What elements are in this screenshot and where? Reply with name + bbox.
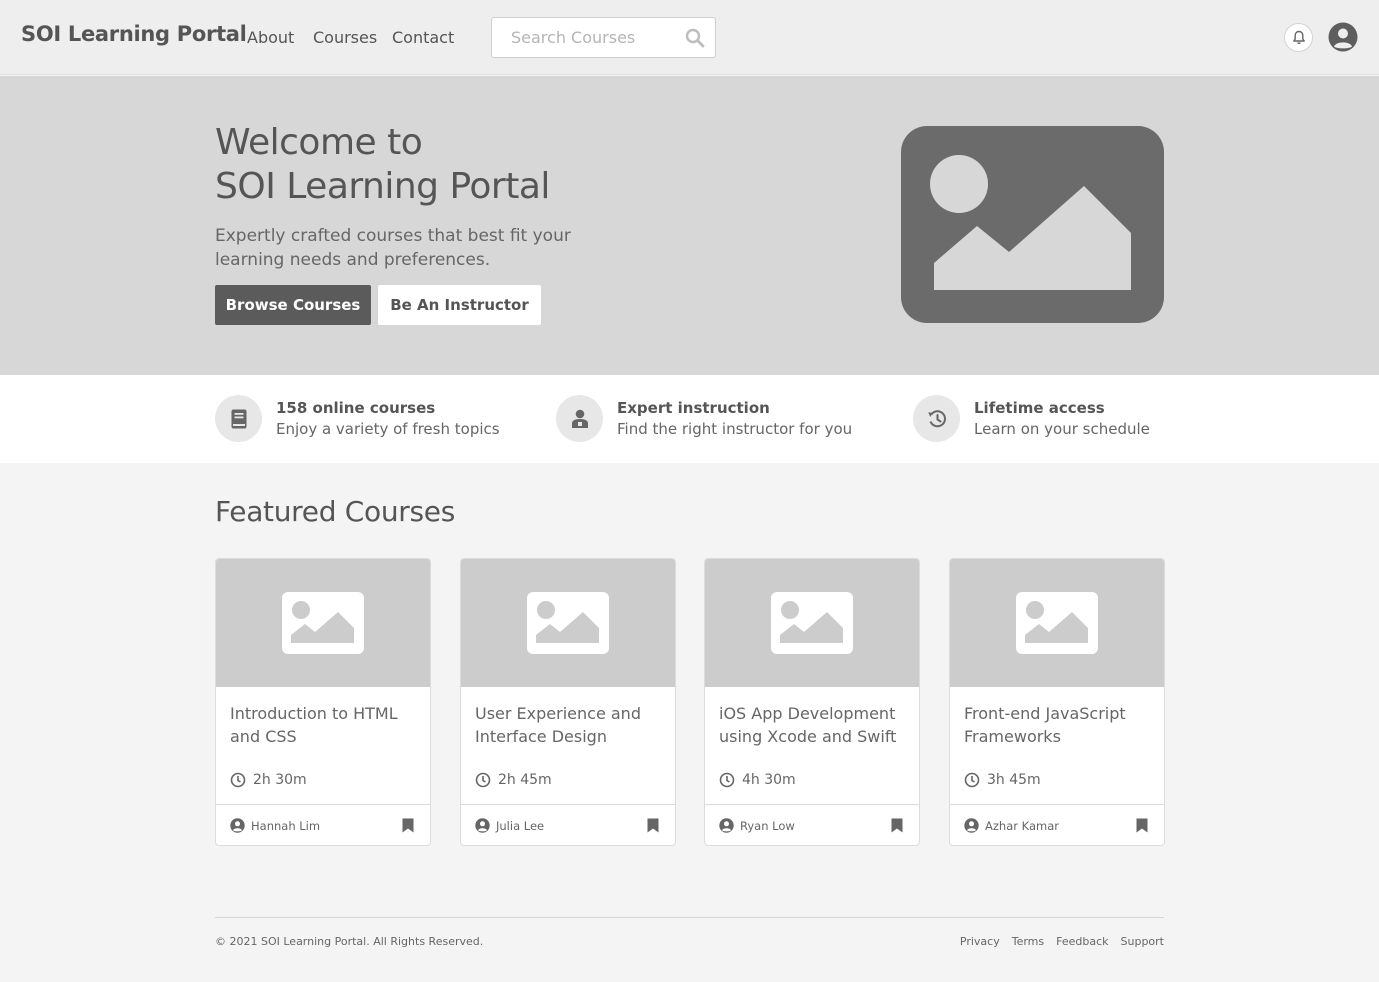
course-title[interactable]: iOS App Development using Xcode and Swif… xyxy=(719,702,909,748)
book-icon xyxy=(231,409,246,428)
hero-title: Welcome to SOI Learning Portal xyxy=(215,121,550,209)
bell-icon xyxy=(1292,30,1305,45)
course-title[interactable]: User Experience and Interface Design xyxy=(475,702,665,748)
course-author: Azhar Kamar xyxy=(964,818,1059,833)
duration-text: 2h 45m xyxy=(498,772,552,788)
course-thumbnail xyxy=(705,559,919,687)
browse-courses-button[interactable]: Browse Courses xyxy=(215,285,371,325)
be-an-instructor-button[interactable]: Be An Instructor xyxy=(378,285,541,325)
course-card-footer: Azhar Kamar xyxy=(950,804,1164,845)
image-placeholder-icon xyxy=(1016,592,1098,654)
user-circle-icon xyxy=(475,818,490,833)
notifications-button[interactable] xyxy=(1284,23,1313,52)
feature-instruction: Expert instruction Find the right instru… xyxy=(556,395,876,443)
featured-courses-heading: Featured Courses xyxy=(215,495,456,528)
course-card[interactable]: Introduction to HTML and CSS 2h 30m Hann… xyxy=(215,558,431,846)
copyright-text: © 2021 SOI Learning Portal. All Rights R… xyxy=(215,935,484,948)
hero-title-line1: Welcome to xyxy=(215,122,423,163)
user-circle-icon xyxy=(230,818,245,833)
author-name: Julia Lee xyxy=(496,818,545,833)
image-placeholder-icon xyxy=(771,592,853,654)
course-card-footer: Julia Lee xyxy=(461,804,675,845)
feature-desc: Learn on your schedule xyxy=(974,420,1150,438)
user-circle-icon xyxy=(964,818,979,833)
author-name: Azhar Kamar xyxy=(985,818,1059,833)
footer-link-support[interactable]: Support xyxy=(1121,935,1164,948)
course-thumbnail xyxy=(461,559,675,687)
bookmark-icon[interactable] xyxy=(891,818,903,833)
duration-text: 3h 45m xyxy=(987,772,1041,788)
course-title[interactable]: Front-end JavaScript Frameworks xyxy=(964,702,1154,748)
clock-icon xyxy=(964,772,980,788)
nav-link-contact[interactable]: Contact xyxy=(392,28,454,47)
course-duration: 2h 45m xyxy=(475,772,552,788)
course-duration: 2h 30m xyxy=(230,772,307,788)
instructor-icon xyxy=(571,409,588,428)
user-circle-icon xyxy=(719,818,734,833)
feature-courses: 158 online courses Enjoy a variety of fr… xyxy=(215,395,515,443)
course-thumbnail xyxy=(216,559,430,687)
bookmark-icon[interactable] xyxy=(647,818,659,833)
hero-section: Welcome to SOI Learning Portal Expertly … xyxy=(0,76,1379,375)
history-icon xyxy=(927,409,946,427)
feature-desc: Find the right instructor for you xyxy=(617,420,853,438)
brand-logo[interactable]: SOI Learning Portal xyxy=(21,22,247,46)
feature-title: Expert instruction xyxy=(617,399,770,417)
course-card[interactable]: User Experience and Interface Design 2h … xyxy=(460,558,676,846)
author-name: Ryan Low xyxy=(740,818,795,833)
course-duration: 3h 45m xyxy=(964,772,1041,788)
feature-icon-wrap xyxy=(913,395,960,442)
course-card[interactable]: Front-end JavaScript Frameworks 3h 45m A… xyxy=(949,558,1165,846)
user-avatar-icon[interactable] xyxy=(1328,22,1358,52)
search-icon[interactable] xyxy=(685,28,705,48)
feature-icon-wrap xyxy=(556,395,603,442)
course-card-footer: Hannah Lim xyxy=(216,804,430,845)
author-name: Hannah Lim xyxy=(251,818,321,833)
clock-icon xyxy=(230,772,246,788)
footer-link-terms[interactable]: Terms xyxy=(1012,935,1044,948)
feature-lifetime: Lifetime access Learn on your schedule xyxy=(913,395,1173,443)
course-thumbnail xyxy=(950,559,1164,687)
duration-text: 2h 30m xyxy=(253,772,307,788)
hero-image-placeholder-icon xyxy=(901,126,1164,323)
feature-icon-wrap xyxy=(215,395,262,442)
course-duration: 4h 30m xyxy=(719,772,796,788)
nav-link-courses[interactable]: Courses xyxy=(313,28,377,47)
footer-divider xyxy=(215,917,1164,918)
course-author: Ryan Low xyxy=(719,818,795,833)
bookmark-icon[interactable] xyxy=(402,818,414,833)
search-box xyxy=(491,17,716,58)
feature-desc: Enjoy a variety of fresh topics xyxy=(276,420,500,438)
clock-icon xyxy=(719,772,735,788)
image-placeholder-icon xyxy=(282,592,364,654)
footer-link-feedback[interactable]: Feedback xyxy=(1056,935,1108,948)
image-placeholder-icon xyxy=(527,592,609,654)
feature-title: 158 online courses xyxy=(276,399,436,417)
footer-link-privacy[interactable]: Privacy xyxy=(960,935,1000,948)
features-strip: 158 online courses Enjoy a variety of fr… xyxy=(0,375,1379,463)
course-author: Julia Lee xyxy=(475,818,544,833)
bookmark-icon[interactable] xyxy=(1136,818,1148,833)
course-card[interactable]: iOS App Development using Xcode and Swif… xyxy=(704,558,920,846)
top-navbar: SOI Learning Portal About Courses Contac… xyxy=(0,0,1379,75)
course-author: Hannah Lim xyxy=(230,818,320,833)
duration-text: 4h 30m xyxy=(742,772,796,788)
course-title[interactable]: Introduction to HTML and CSS xyxy=(230,702,420,748)
hero-title-line2: SOI Learning Portal xyxy=(215,166,550,207)
nav-link-about[interactable]: About xyxy=(247,28,294,47)
hero-subtitle: Expertly crafted courses that best fit y… xyxy=(215,226,571,270)
search-input[interactable] xyxy=(493,19,673,56)
feature-title: Lifetime access xyxy=(974,399,1105,417)
clock-icon xyxy=(475,772,491,788)
footer-links: Privacy Terms Feedback Support xyxy=(960,935,1164,948)
course-card-footer: Ryan Low xyxy=(705,804,919,845)
